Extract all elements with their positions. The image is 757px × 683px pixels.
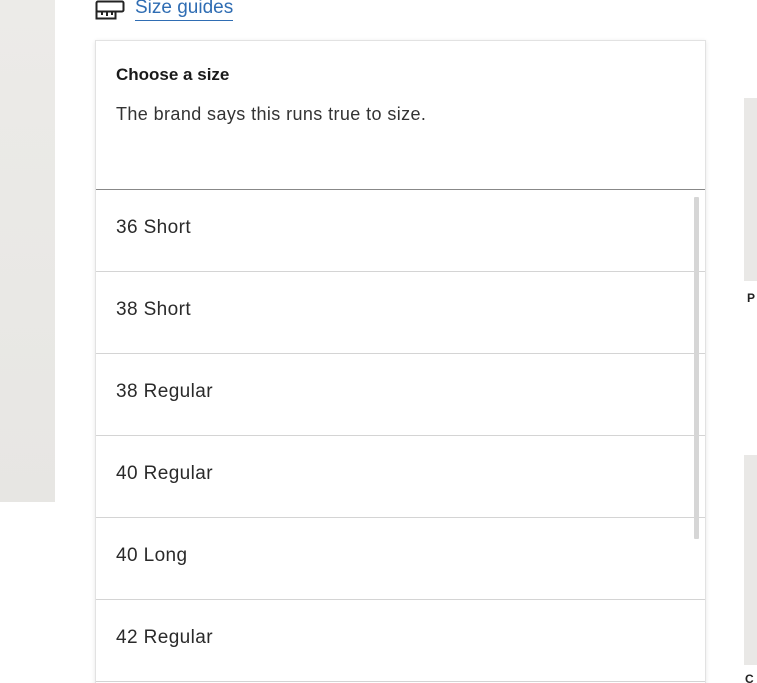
size-option-38-regular[interactable]: 38 Regular bbox=[96, 354, 705, 436]
size-option-label: 40 Long bbox=[116, 544, 188, 566]
ruler-icon bbox=[95, 0, 125, 20]
size-option-36-short[interactable]: 36 Short bbox=[96, 190, 705, 272]
size-option-42-regular[interactable]: 42 Regular bbox=[96, 600, 705, 682]
fit-note: The brand says this runs true to size. bbox=[116, 104, 427, 124]
product-card-image[interactable] bbox=[744, 455, 757, 665]
size-option-label: 42 Regular bbox=[116, 626, 213, 648]
size-dropdown-panel: Choose a size The brand says this runs t… bbox=[95, 40, 706, 683]
size-option-label: 38 Short bbox=[116, 298, 192, 320]
options-scrollbar[interactable] bbox=[694, 197, 699, 539]
product-image[interactable] bbox=[0, 0, 55, 502]
size-option-label: 36 Short bbox=[116, 216, 192, 238]
size-option-40-regular[interactable]: 40 Regular bbox=[96, 436, 705, 518]
size-guide-link-row[interactable]: Size guides bbox=[95, 0, 234, 24]
size-panel-title: Choose a size bbox=[116, 65, 230, 84]
size-option-38-short[interactable]: 38 Short bbox=[96, 272, 705, 354]
size-guides-link[interactable]: Size guides bbox=[135, 0, 234, 21]
product-card-label[interactable]: P bbox=[747, 291, 757, 305]
product-card-image[interactable] bbox=[744, 98, 757, 281]
page: Size guides Choose a size The brand says… bbox=[0, 0, 757, 683]
size-options-list[interactable]: 36 Short 38 Short 38 Regular 40 Regular … bbox=[96, 190, 705, 683]
size-option-label: 40 Regular bbox=[116, 462, 213, 484]
size-option-label: 38 Regular bbox=[116, 380, 213, 402]
size-panel-header: Choose a size The brand says this runs t… bbox=[96, 41, 705, 190]
product-card-label[interactable]: C bbox=[745, 672, 757, 683]
size-option-40-long[interactable]: 40 Long bbox=[96, 518, 705, 600]
